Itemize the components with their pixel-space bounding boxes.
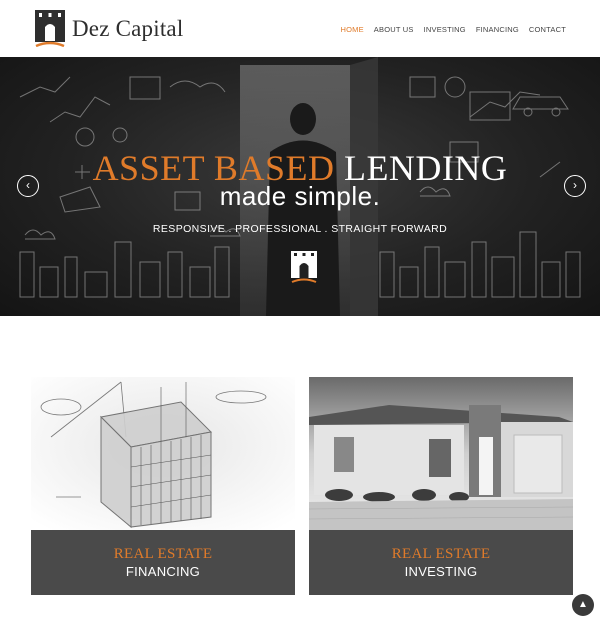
nav-contact[interactable]: CONTACT — [529, 25, 566, 34]
house-photo-image — [309, 377, 573, 530]
slider-prev-button[interactable]: ‹ — [17, 175, 39, 197]
logo[interactable]: Dez Capital — [35, 10, 183, 47]
nav-home[interactable]: HOME — [340, 25, 363, 34]
chevron-left-icon: ‹ — [26, 178, 30, 192]
site-header: Dez Capital HOME ABOUT US INVESTING FINA… — [0, 0, 600, 57]
nav-financing[interactable]: FINANCING — [476, 25, 519, 34]
slider-next-button[interactable]: › — [564, 175, 586, 197]
tower-logo-icon — [35, 10, 65, 47]
nav-about-us[interactable]: ABOUT US — [374, 25, 414, 34]
card-real-estate-financing[interactable]: REAL ESTATE FINANCING — [31, 377, 295, 595]
construction-blueprint-image — [31, 377, 295, 530]
scroll-to-top-button[interactable]: ▲ — [572, 594, 594, 616]
card-caption: REAL ESTATE INVESTING — [309, 530, 573, 595]
hero-subtitle: made simple. — [219, 181, 381, 211]
brand-name: Dez Capital — [72, 15, 184, 41]
card-title-line1: REAL ESTATE — [391, 546, 491, 562]
chevron-up-icon: ▲ — [578, 599, 588, 610]
hero-tagline: RESPONSIVE . PROFESSIONAL . STRAIGHT FOR… — [152, 223, 448, 235]
card-caption: REAL ESTATE FINANCING — [31, 530, 295, 595]
hero-slider: ASSET BASED LENDING made simple. RESPONS… — [0, 57, 600, 316]
chevron-right-icon: › — [573, 178, 577, 192]
card-title-line2: FINANCING — [125, 564, 201, 579]
nav-investing[interactable]: INVESTING — [424, 25, 466, 34]
tower-emblem-icon — [291, 251, 317, 283]
card-title-line1: REAL ESTATE — [113, 546, 213, 562]
card-title-line2: INVESTING — [404, 564, 478, 579]
main-nav: HOME ABOUT US INVESTING FINANCING CONTAC… — [330, 25, 566, 34]
card-real-estate-investing[interactable]: REAL ESTATE INVESTING — [309, 377, 573, 595]
